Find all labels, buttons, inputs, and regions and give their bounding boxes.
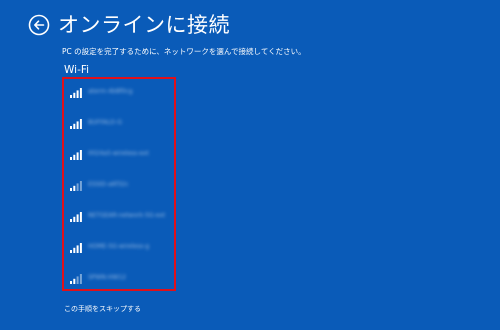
network-ssid: ESSID-a6f32c [88,181,129,188]
network-item[interactable]: NETGEAR-network-5G-ext [69,207,173,225]
network-ssid: NETGEAR-network-5G-ext [88,212,166,219]
wifi-signal-full-icon [70,243,82,253]
network-ssid: 0024a5-wireless-ext [88,150,149,157]
wifi-signal-full-icon [70,150,82,160]
wifi-heading: Wi-Fi [64,64,90,76]
network-list: aterm-4b8f0cg BUFFALO-G 0024a5-wireless-… [62,77,176,291]
network-ssid: SPWN-HW12 [88,274,127,281]
instructions-text: PC の設定を完了するために、ネットワークを選んで接続してください。 [62,47,306,56]
network-item[interactable]: ESSID-a6f32c [69,176,173,194]
network-ssid: BUFFALO-G [88,119,123,126]
network-item[interactable]: SPWN-HW12 [69,269,173,287]
page-title: オンラインに接続 [58,13,230,37]
wifi-signal-full-icon [70,212,82,222]
skip-step-link[interactable]: この手順をスキップする [64,303,141,315]
wifi-signal-low-icon [70,274,82,284]
network-ssid: HOME-5G-wireless-g [88,243,150,250]
network-item[interactable]: BUFFALO-G [69,114,173,132]
network-item[interactable]: HOME-5G-wireless-g [69,238,173,256]
back-arrow-circle-icon [28,14,50,36]
wifi-signal-low-icon [70,181,82,191]
back-button[interactable] [28,14,50,36]
network-ssid: aterm-4b8f0cg [88,88,133,95]
network-item[interactable]: 0024a5-wireless-ext [69,145,173,163]
wifi-signal-full-icon [70,119,82,129]
wifi-signal-full-icon [70,88,82,98]
network-item[interactable]: aterm-4b8f0cg [69,83,173,101]
